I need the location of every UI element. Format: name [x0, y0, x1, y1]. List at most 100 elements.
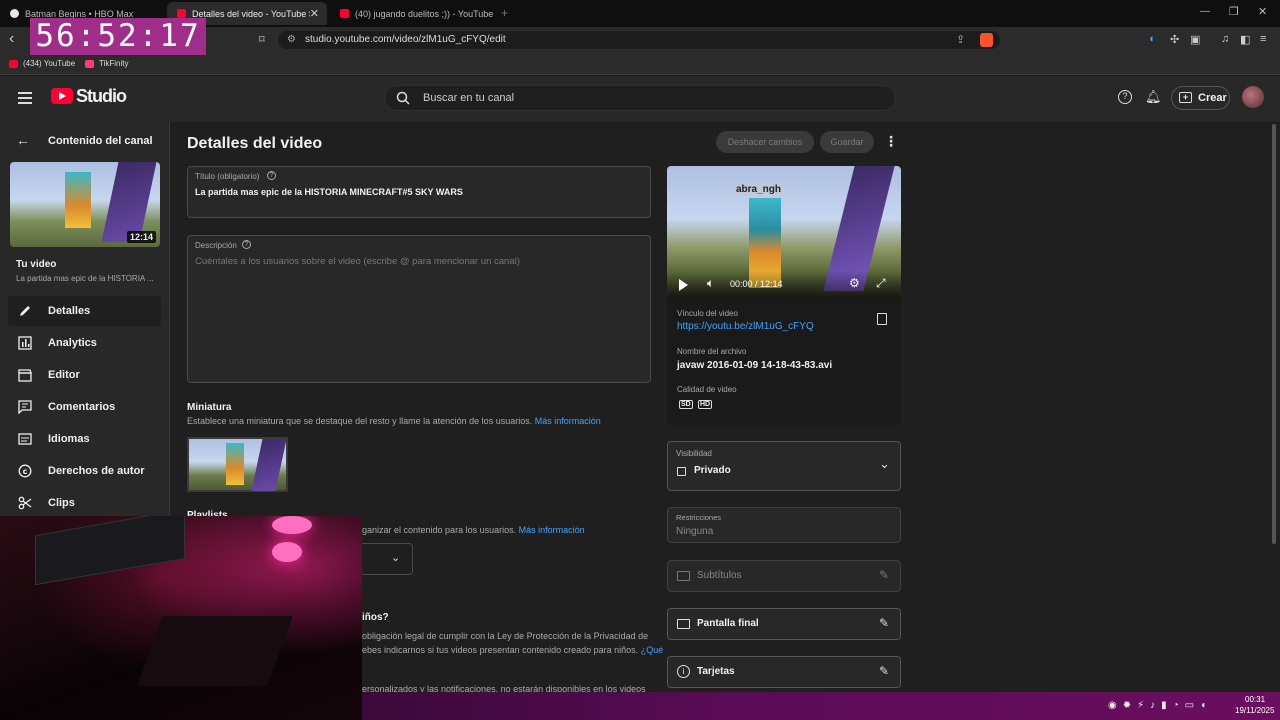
end-screen-icon: [677, 619, 690, 629]
video-link[interactable]: https://youtu.be/zlM1uG_cFYQ: [677, 321, 814, 332]
title-field[interactable]: Título (obligatorio) ? La partida mas ep…: [187, 166, 651, 218]
what-link[interactable]: ¿Qué: [641, 645, 664, 655]
play-icon[interactable]: [679, 279, 688, 291]
nav-item-editor[interactable]: Editor: [8, 360, 161, 390]
hamburger-menu-icon[interactable]: [18, 92, 32, 104]
nav-item-derechos[interactable]: c Derechos de autor: [8, 456, 161, 486]
webcam-overlay: [0, 516, 362, 720]
notifications-bell-icon[interactable]: 🔔︎: [1145, 89, 1162, 105]
copyright-icon: c: [18, 464, 32, 478]
search-placeholder: Buscar en tu canal: [423, 92, 515, 104]
bookmark-label: (434) YouTube: [23, 59, 76, 68]
settings-gear-icon[interactable]: ⚙: [849, 276, 860, 290]
nav-item-comentarios[interactable]: Comentarios: [8, 392, 161, 422]
clock-date[interactable]: 19/11/2025: [1235, 706, 1274, 715]
nav-item-analytics[interactable]: Analytics: [8, 328, 161, 358]
wallet-icon[interactable]: ▣: [1190, 33, 1200, 46]
analytics-icon: [18, 336, 32, 350]
subtitles-icon: [677, 571, 690, 581]
subtitles-row[interactable]: Subtítulos ✎: [667, 560, 901, 592]
fullscreen-icon[interactable]: ⤢: [876, 276, 886, 291]
webcam-keyboard: [137, 616, 293, 686]
nav-item-idiomas[interactable]: Idiomas: [8, 424, 161, 454]
your-video-label: Tu video: [16, 259, 57, 270]
cards-row[interactable]: i Tarjetas ✎: [667, 656, 901, 688]
bookmark-icon[interactable]: ⌑: [259, 33, 265, 46]
edit-pencil-icon[interactable]: ✎: [879, 664, 889, 678]
volume-icon[interactable]: 🔈︎: [707, 276, 714, 291]
url-field[interactable]: ⚙ studio.youtube.com/video/zlM1uG_cFYQ/e…: [278, 31, 1000, 49]
close-tab-icon[interactable]: ✕: [310, 7, 319, 20]
visibility-dropdown[interactable]: Visibilidad Privado ⌄: [667, 441, 901, 491]
title-field-label: Título (obligatorio): [195, 172, 260, 181]
create-button[interactable]: + Crear: [1171, 86, 1230, 110]
end-screen-label: Pantalla final: [697, 618, 759, 629]
help-circle-icon[interactable]: ?: [242, 240, 251, 249]
more-info-link[interactable]: Más información: [519, 525, 585, 535]
nav-item-detalles[interactable]: Detalles: [8, 296, 161, 326]
visibility-label: Visibilidad: [676, 449, 712, 458]
restrictions-field: Restricciones Ninguna: [667, 507, 901, 543]
duration-badge: 12:14: [126, 231, 156, 243]
new-tab-icon[interactable]: +: [501, 6, 508, 20]
nav-item-clips[interactable]: Clips: [8, 488, 161, 518]
description-field[interactable]: Descripción ? Cuéntales a los usuarios s…: [187, 235, 651, 383]
menu-icon[interactable]: ≡: [1260, 33, 1266, 45]
page-scrollbar[interactable]: [1272, 124, 1276, 544]
extensions-icon[interactable]: ✣: [1170, 33, 1179, 46]
webcam-fan-light: [272, 542, 302, 562]
tray-icons[interactable]: ◉✹⚡♪▮◔▭◖: [1108, 700, 1212, 711]
browser-tab[interactable]: (40) jugando duelitos ;)) - YouTube: [330, 2, 495, 25]
audience-text-line-3: ersonalizados y las notificaciones, no e…: [362, 684, 646, 692]
avatar[interactable]: [1242, 86, 1264, 108]
thumbnail-sword: [251, 439, 287, 491]
site-info-icon[interactable]: ⚙: [287, 31, 296, 49]
more-info-link[interactable]: Más información: [535, 416, 601, 426]
audio-icon[interactable]: ◖: [1148, 33, 1155, 45]
thumbnail-character: [65, 172, 91, 228]
title-value: La partida mas epic de la HISTORIA MINEC…: [195, 187, 463, 197]
url-text: studio.youtube.com/video/zlM1uG_cFYQ/edi…: [305, 34, 506, 45]
youtube-logo-icon[interactable]: [51, 88, 73, 104]
share-icon[interactable]: ⇪: [956, 31, 965, 49]
video-thumbnail[interactable]: 12:14: [10, 162, 160, 247]
save-button[interactable]: Guardar: [820, 131, 874, 153]
edit-pencil-icon[interactable]: ✎: [879, 616, 889, 630]
thumbnail-sword: [101, 162, 157, 242]
bookmark-tikfinity[interactable]: TikFinity: [85, 59, 128, 68]
chevron-down-icon: ⌄: [391, 552, 401, 564]
undo-changes-button[interactable]: Deshacer cambios: [716, 131, 814, 153]
filename-label: Nombre del archivo: [677, 347, 747, 356]
audience-text-line-2: ebes indicarnos si tus videos presentan …: [362, 643, 664, 657]
help-circle-icon[interactable]: ?: [267, 171, 276, 180]
more-options-icon[interactable]: ⋮: [884, 133, 898, 150]
youtube-bookmark-icon: [9, 59, 18, 68]
video-preview-card: abra_ngh 🔈︎ 00:00 / 12:14 ⚙ ⤢ Vínculo de…: [667, 166, 901, 425]
back-to-content-link[interactable]: ← Contenido del canal: [16, 132, 166, 148]
close-window-icon[interactable]: ✕: [1258, 5, 1267, 18]
help-icon[interactable]: ?: [1118, 90, 1132, 104]
edit-pencil-icon[interactable]: ✎: [879, 568, 889, 582]
bookmark-youtube[interactable]: (434) YouTube: [9, 59, 75, 68]
search-input[interactable]: Buscar en tu canal: [384, 85, 896, 111]
brave-shield-icon[interactable]: [980, 33, 993, 47]
back-icon[interactable]: ‹: [9, 30, 14, 48]
clock-time[interactable]: 00:31: [1245, 695, 1265, 704]
audience-description: obligación legal de cumplir con la Ley d…: [362, 629, 664, 657]
studio-logo-text: Studio: [76, 86, 127, 106]
tab-label: Batman Begins • HBO Max: [25, 8, 134, 19]
pencil-icon: [20, 306, 30, 316]
bookmarks-bar: (434) YouTube TikFinity: [0, 53, 1280, 75]
restore-icon[interactable]: ❐: [1229, 5, 1239, 18]
minimize-icon[interactable]: —: [1200, 6, 1210, 17]
thumbnail-option[interactable]: [187, 437, 288, 492]
video-player[interactable]: abra_ngh 🔈︎ 00:00 / 12:14 ⚙ ⤢: [667, 166, 901, 298]
sidebar-toggle-icon[interactable]: ◧: [1240, 33, 1250, 46]
copy-icon[interactable]: [877, 313, 887, 325]
nav-label: Idiomas: [48, 433, 90, 445]
music-icon[interactable]: ♫: [1221, 33, 1229, 45]
cards-label: Tarjetas: [697, 666, 735, 677]
end-screen-row[interactable]: Pantalla final ✎: [667, 608, 901, 640]
create-label: Crear: [1198, 92, 1227, 104]
taskbar: ◉✹⚡♪▮◔▭◖ 00:31 19/11/2025: [362, 692, 1280, 720]
